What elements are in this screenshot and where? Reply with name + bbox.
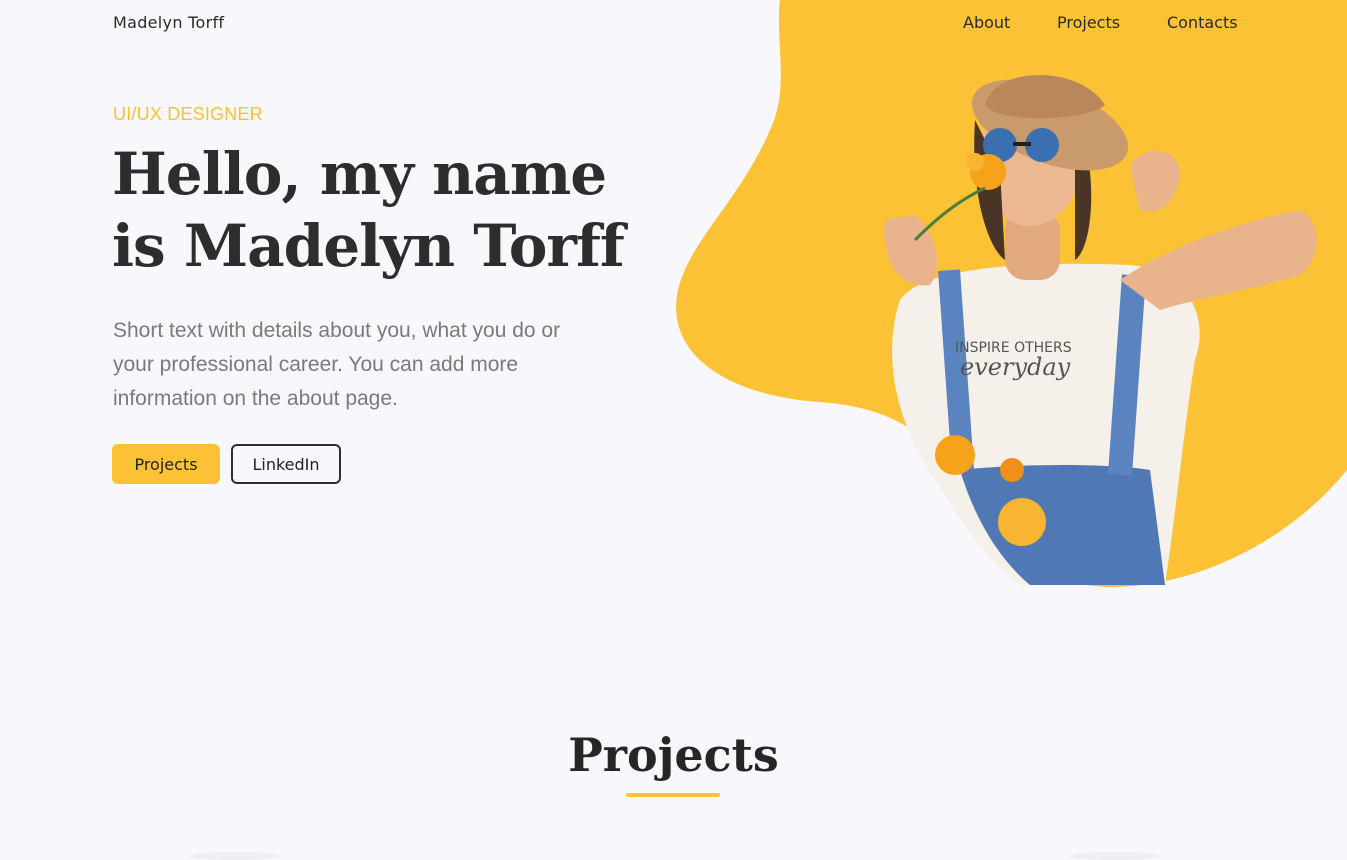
linkedin-button[interactable]: LinkedIn [231, 444, 341, 484]
shirt-text-everyday: everyday [960, 353, 1071, 381]
nav-link-about[interactable]: About [963, 13, 1010, 32]
role-label: UI/UX DESIGNER [113, 104, 263, 124]
hero-portrait-graphic: INSPIRE OTHERS everyday [676, 0, 1347, 588]
brand-logo[interactable]: Madelyn Torff [113, 13, 224, 32]
hero-intro-text: Short text with details about you, what … [113, 319, 561, 410]
hero-headline-line-1: Hello, my name [112, 140, 607, 208]
projects-button[interactable]: Projects [112, 444, 220, 484]
project-card-shadow-left [190, 852, 280, 860]
nav-link-projects[interactable]: Projects [1057, 13, 1120, 32]
project-card-shadow-right [1070, 852, 1160, 860]
hero-headline-line-2: is Madelyn Torff [112, 212, 625, 280]
hero-headline: Hello, my name is Madelyn Torff [112, 138, 632, 282]
section-title-underline [626, 793, 720, 797]
projects-section-title: Projects [568, 728, 779, 782]
nav-link-contacts[interactable]: Contacts [1167, 13, 1238, 32]
